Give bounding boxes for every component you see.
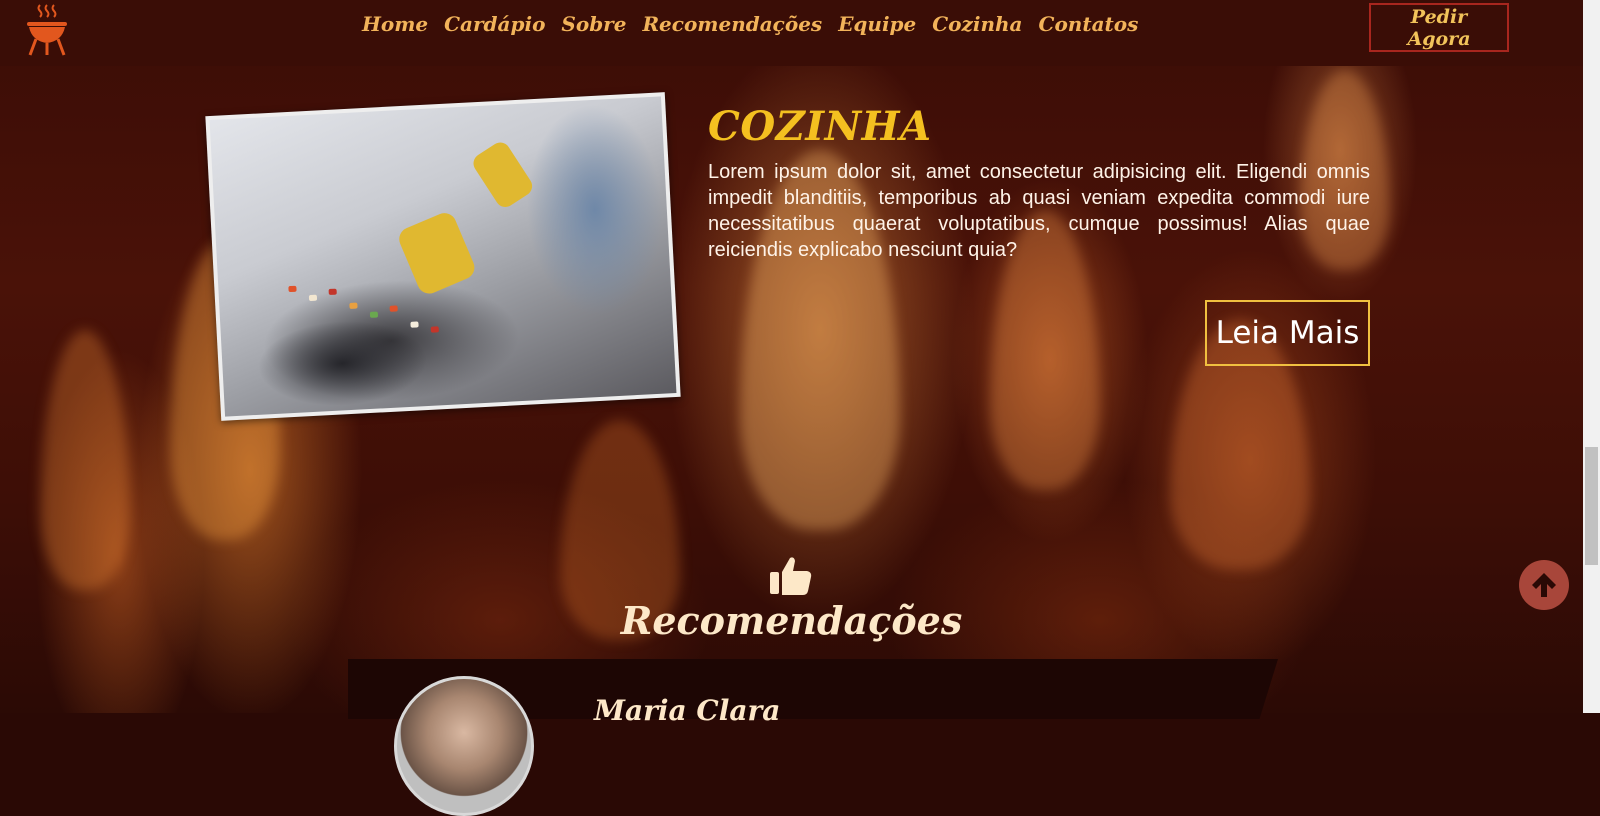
grill-icon[interactable] (22, 3, 72, 57)
photo-detail (410, 321, 419, 328)
nav-link-contatos[interactable]: Contatos (1039, 12, 1139, 36)
main-nav: Home Cardápio Sobre Recomendações Equipe… (362, 12, 1138, 36)
glove-shape (469, 138, 536, 211)
photo-detail (389, 305, 398, 312)
top-navbar: Home Cardápio Sobre Recomendações Equipe… (0, 0, 1583, 66)
kitchen-section-title: COZINHA (708, 103, 932, 150)
order-now-button[interactable]: Pedir Agora (1369, 3, 1509, 52)
photo-detail (369, 311, 379, 318)
recommendation-name: Maria Clara (594, 694, 781, 727)
avatar (394, 676, 534, 816)
kitchen-section-text: Lorem ipsum dolor sit, amet consectetur … (708, 161, 1370, 261)
read-more-button[interactable]: Leia Mais (1205, 300, 1370, 366)
photo-detail (430, 326, 439, 333)
flame-shape (40, 330, 130, 590)
nav-link-equipe[interactable]: Equipe (838, 12, 916, 36)
scrollbar-thumb[interactable] (1585, 447, 1598, 565)
page-scrollbar[interactable] (1583, 0, 1600, 713)
photo-detail (308, 294, 318, 302)
nav-link-cardapio[interactable]: Cardápio (444, 12, 545, 36)
photo-detail (349, 302, 358, 309)
arrow-up-icon (1532, 573, 1556, 597)
thumbs-up-icon (770, 557, 812, 595)
photo-detail (288, 285, 297, 293)
kitchen-photo (205, 92, 681, 421)
nav-link-sobre[interactable]: Sobre (561, 12, 626, 36)
photo-detail (328, 288, 337, 296)
recommendations-title: Recomendações (620, 598, 963, 643)
nav-link-home[interactable]: Home (362, 12, 428, 36)
nav-link-cozinha[interactable]: Cozinha (932, 12, 1022, 36)
kitchen-photo-image (209, 96, 677, 417)
glove-shape (395, 209, 479, 298)
nav-link-recomendacoes[interactable]: Recomendações (642, 12, 822, 36)
scroll-to-top-button[interactable] (1519, 560, 1569, 610)
